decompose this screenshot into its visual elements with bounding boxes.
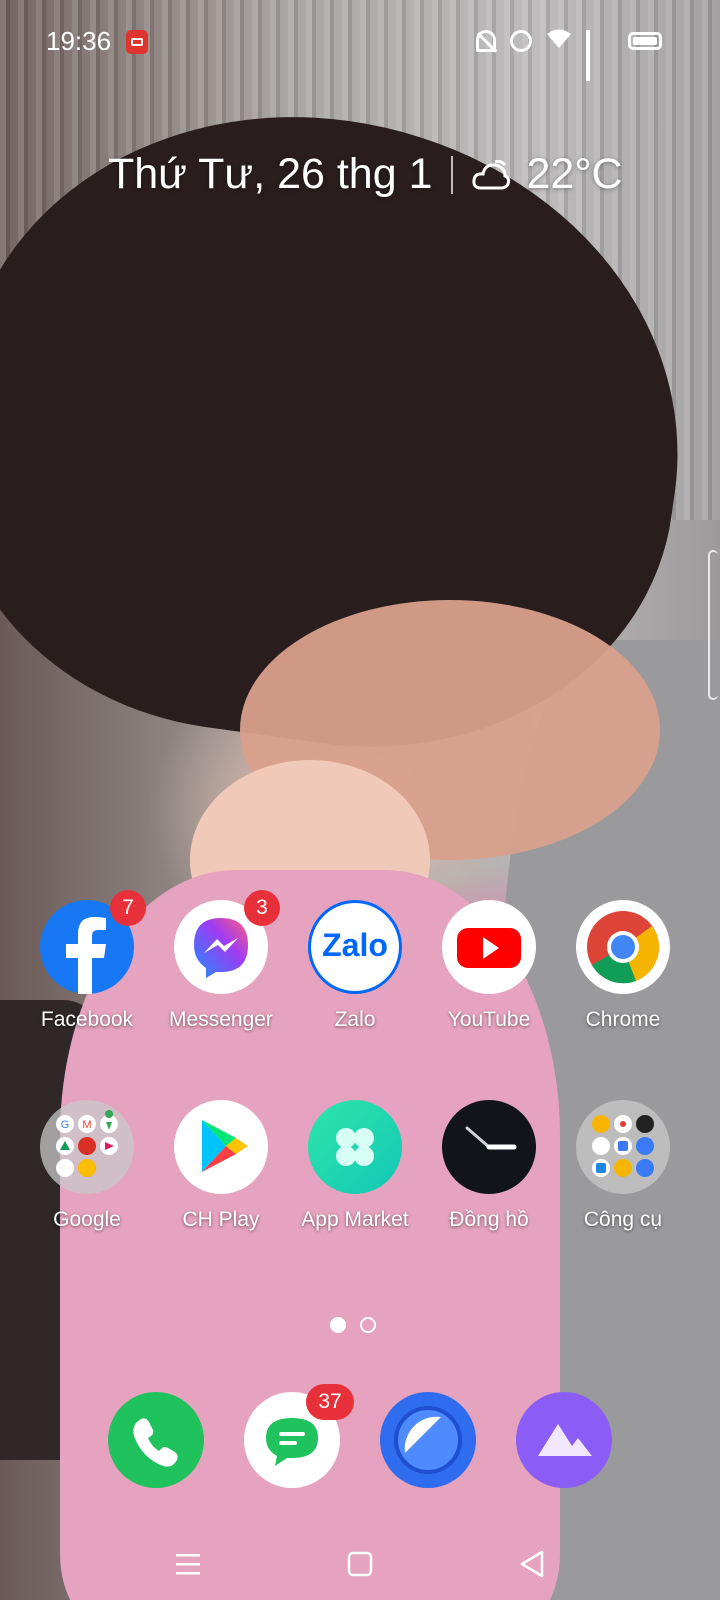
wallpaper	[0, 0, 720, 1600]
wifi-icon	[546, 28, 572, 54]
app-app-market[interactable]: App Market	[288, 1100, 422, 1232]
screen-record-icon	[126, 30, 148, 54]
menu-icon[interactable]	[168, 1544, 208, 1584]
page-dot-1[interactable]	[330, 1317, 346, 1333]
bell-off-icon	[476, 30, 496, 52]
navigation-bar	[0, 1530, 720, 1600]
app-label: CH Play	[182, 1208, 260, 1231]
alarm-icon	[510, 30, 532, 52]
youtube-icon	[442, 900, 536, 994]
messages-icon[interactable]: 37	[244, 1384, 354, 1488]
chrome-icon	[576, 900, 670, 994]
svg-text:M: M	[82, 1119, 91, 1131]
svg-text:G: G	[61, 1119, 70, 1131]
app-label: Facebook	[40, 1008, 134, 1031]
date-weather-widget[interactable]: Thứ Tư, 26 thg 1 22°C	[108, 150, 623, 199]
app-label: App Market	[301, 1208, 409, 1231]
notification-badge: 37	[306, 1384, 354, 1420]
photos-icon[interactable]	[516, 1392, 612, 1488]
home-icon[interactable]	[340, 1544, 380, 1584]
notification-badge: 7	[110, 890, 146, 926]
zalo-icon: Zalo	[308, 900, 402, 994]
back-icon[interactable]	[512, 1544, 552, 1584]
tools-folder-icon	[576, 1100, 670, 1194]
browser-icon[interactable]	[380, 1392, 476, 1488]
signal-icon	[586, 30, 614, 81]
status-bar: 19:36	[0, 0, 720, 86]
app-youtube[interactable]: YouTube	[422, 900, 556, 1032]
app-facebook[interactable]: 7 Facebook	[20, 890, 154, 1032]
facebook-icon: 7	[40, 890, 146, 994]
app-label: Google	[53, 1208, 121, 1231]
app-chrome[interactable]: Chrome	[556, 900, 690, 1032]
page-indicator	[330, 1317, 376, 1333]
phone-icon[interactable]	[108, 1392, 204, 1488]
app-ch-play[interactable]: CH Play	[154, 1100, 288, 1232]
page-dot-2[interactable]	[360, 1317, 376, 1333]
app-zalo[interactable]: Zalo Zalo	[288, 900, 422, 1032]
widget-divider	[450, 155, 453, 194]
app-messenger[interactable]: 3 Messenger	[154, 890, 288, 1032]
zalo-logo-text: Zalo	[322, 927, 388, 963]
status-time: 19:36	[46, 26, 112, 56]
temperature-text: 22°C	[526, 150, 623, 198]
app-label: Chrome	[585, 1008, 661, 1031]
partly-cloudy-night-icon	[471, 158, 511, 192]
app-label: Công cụ	[583, 1208, 663, 1231]
folder-google[interactable]: G M Google	[20, 1100, 154, 1232]
app-label: Zalo	[334, 1008, 376, 1031]
google-folder-icon: G M	[40, 1100, 134, 1194]
app-label: Messenger	[169, 1008, 273, 1031]
clock-icon	[442, 1100, 536, 1194]
app-label: YouTube	[447, 1008, 531, 1031]
folder-tools[interactable]: Công cụ	[556, 1100, 690, 1232]
notification-badge: 3	[244, 890, 280, 926]
app-clock[interactable]: Đồng hồ	[422, 1100, 556, 1232]
edge-panel-handle[interactable]	[708, 550, 718, 700]
app-market-icon	[308, 1100, 402, 1194]
battery-icon	[628, 32, 662, 50]
play-store-icon	[174, 1100, 268, 1194]
app-label: Đồng hồ	[449, 1208, 529, 1231]
messenger-icon: 3	[174, 890, 280, 994]
date-text: Thứ Tư, 26 thg 1	[108, 150, 433, 198]
